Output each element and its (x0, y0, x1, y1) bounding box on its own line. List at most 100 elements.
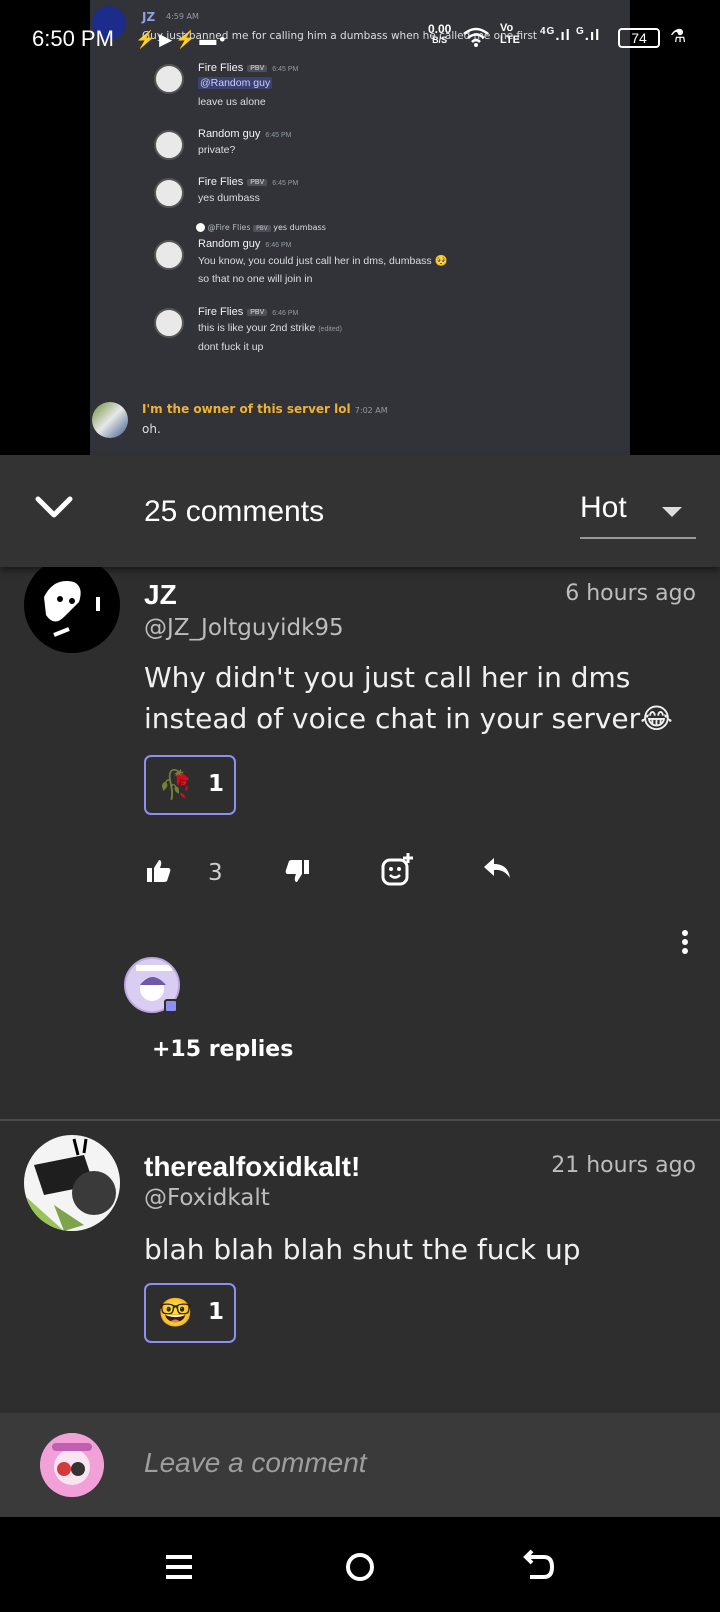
bolt-icon: ⚡ (135, 30, 160, 49)
avatar[interactable] (24, 557, 120, 653)
app-root: { "status_bar": { "time": "6:50 PM", "sp… (0, 0, 720, 1612)
net-speed: 0.00 B/S (428, 22, 452, 46)
notification-icons: ⚡▶⚡▬• (135, 30, 228, 50)
comment-time: 21 hours ago (551, 1153, 696, 1178)
reaction-emoji: 🥀 (158, 768, 193, 801)
avatar (196, 223, 205, 232)
view-replies-button[interactable]: +15 replies (152, 1037, 293, 1062)
dm-name: Random guy (198, 128, 261, 140)
comment-actions: 3 (144, 852, 704, 902)
dm-name-row: Fire Flies PBV 6:45 PM (198, 176, 298, 188)
dm-text: You know, you could just call her in dms… (198, 254, 448, 267)
sort-dropdown[interactable]: Hot (580, 485, 696, 539)
caret-down-icon (662, 507, 682, 517)
bolt-icon: ⚡ (175, 30, 200, 49)
dm-text: private? (198, 144, 236, 156)
reaction-count: 1 (208, 771, 225, 797)
dm-tag: PBV (247, 308, 268, 316)
collapse-chevron-icon[interactable] (34, 493, 74, 523)
avatar[interactable] (24, 1135, 120, 1231)
my-avatar (40, 1433, 104, 1497)
youtube-icon: ▶ (159, 30, 176, 49)
add-reaction-icon[interactable] (380, 852, 414, 890)
volte-top: Vo (500, 22, 514, 34)
comment-input[interactable]: Leave a comment (144, 1447, 367, 1479)
flask-icon: ⚗ (670, 26, 687, 46)
dm-time: 7:02 AM (354, 406, 388, 415)
dm-text: yes dumbass (198, 192, 260, 204)
status-time: 6:50 PM (32, 26, 114, 51)
comment-handle[interactable]: @JZ_Joltguyidk95 (144, 615, 344, 641)
reaction-count: 1 (208, 1299, 225, 1325)
comments-count: 25 comments (144, 495, 325, 528)
net-type-g: G (576, 26, 585, 37)
comment-body: Why didn't you just call her in dms inst… (144, 661, 673, 735)
dm-name: Random guy (198, 238, 261, 250)
comment-author[interactable]: therealfoxidkalt! (144, 1151, 360, 1183)
dm-edited: (edited) (318, 326, 342, 333)
signal-icon: 4G.ıl G.ıl (540, 26, 601, 44)
back-icon[interactable] (520, 1547, 560, 1587)
pleading-emoji-icon: 🥺 (434, 255, 448, 267)
avatar (154, 130, 184, 160)
more-options-icon[interactable] (680, 927, 690, 957)
reaction-chip[interactable]: 🥀 1 (144, 755, 236, 815)
volte-bottom: LTE (500, 34, 520, 46)
thumbs-down-icon[interactable] (284, 858, 310, 888)
dm-text-row: @Random guy (198, 77, 273, 89)
net-type: 4G (540, 26, 556, 37)
home-icon[interactable] (340, 1547, 380, 1587)
dm-text: this is like your 2nd strike (edited) (198, 322, 342, 334)
reaction-chip[interactable]: 🤓 1 (144, 1283, 236, 1343)
thumbs-up-icon[interactable] (146, 858, 172, 888)
dm-owner-name: I'm the owner of this server lol 7:02 AM (142, 402, 388, 416)
dm-text: leave us alone (198, 96, 266, 108)
dm-text-line: this is like your 2nd strike (198, 322, 316, 334)
comment-handle[interactable]: @Foxidkalt (144, 1185, 270, 1211)
dm-text-line: You know, you could just call her in dms… (198, 255, 432, 267)
dm-name-row: Random guy 6:46 PM (198, 238, 291, 250)
comment-time: 6 hours ago (565, 581, 696, 606)
avatar (154, 308, 184, 338)
volte-indicator: Vo LTE (500, 22, 520, 46)
avatar (154, 178, 184, 208)
reply-icon[interactable] (482, 856, 512, 884)
dm-time: 6:46 PM (272, 310, 299, 317)
discord-screenshot: JZ 4:59 AM Guy just banned me for callin… (90, 0, 630, 455)
battery-indicator: 74 (618, 28, 660, 48)
reply-badge-icon (164, 999, 178, 1013)
dm-text: oh. (142, 422, 161, 436)
dm-reply-preview: @Fire Flies PBV yes dumbass (196, 223, 326, 232)
dm-tag: PBV (247, 178, 268, 186)
dm-name: Fire Flies (198, 306, 244, 318)
dm-name: Fire Flies (198, 62, 244, 74)
dot-icon: • (219, 30, 229, 49)
comments-list[interactable]: JZ @JZ_Joltguyidk95 6 hours ago Why didn… (0, 557, 720, 1413)
net-speed-value: 0.00 (428, 22, 452, 36)
sort-label: Hot (580, 491, 627, 524)
reaction-emoji: 🤓 (158, 1296, 193, 1329)
dm-name-row: Fire Flies PBV 6:46 PM (198, 306, 298, 318)
wifi-icon (462, 26, 490, 53)
comment-body: blah blah blah shut the fuck up (144, 1233, 581, 1266)
dm-time: 6:46 PM (265, 242, 292, 249)
comment-author[interactable]: JZ (144, 579, 177, 611)
menu-icon[interactable] (160, 1547, 200, 1587)
dm-time: 6:45 PM (272, 180, 299, 187)
avatar (154, 240, 184, 270)
dm-reply-name: @Fire Flies (207, 223, 251, 232)
post-media[interactable]: JZ 4:59 AM Guy just banned me for callin… (0, 0, 720, 455)
dm-mention: @Random guy (198, 77, 273, 89)
dm-time: 6:45 PM (272, 66, 299, 73)
dm-message: I'm the owner of this server lol 7:02 AM… (90, 398, 630, 444)
dm-name: Fire Flies (198, 176, 244, 188)
dm-text: dont fuck it up (198, 341, 264, 353)
comment-composer[interactable]: Leave a comment (0, 1413, 720, 1517)
avatar (154, 64, 184, 94)
dm-message: Fire Flies PBV 6:45 PM yes dumbass (90, 176, 630, 216)
dm-message: @Fire Flies PBV yes dumbass Random guy 6:… (90, 222, 630, 292)
dm-message: Fire Flies PBV 6:46 PM this is like your 2… (90, 306, 630, 366)
dm-name-row: Random guy 6:45 PM (198, 128, 291, 140)
avatar (92, 402, 128, 438)
dm-tag: PBV (253, 225, 271, 232)
